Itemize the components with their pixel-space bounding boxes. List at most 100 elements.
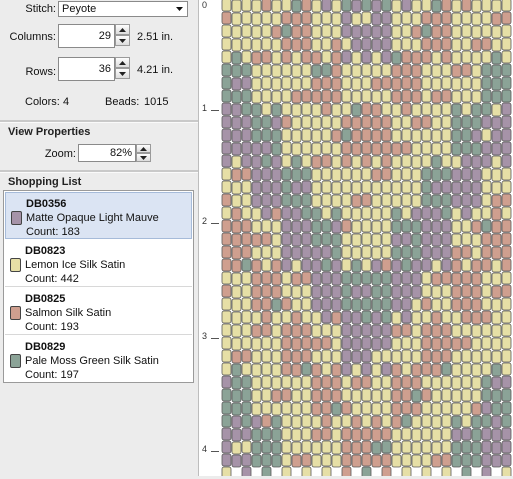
- bead[interactable]: [361, 232, 372, 246]
- bead[interactable]: [301, 440, 312, 454]
- bead[interactable]: [241, 427, 252, 441]
- bead[interactable]: [401, 206, 412, 220]
- bead[interactable]: [361, 466, 372, 479]
- bead[interactable]: [251, 298, 262, 312]
- bead[interactable]: [281, 453, 292, 467]
- bead[interactable]: [251, 220, 262, 234]
- bead[interactable]: [291, 116, 302, 130]
- bead[interactable]: [401, 167, 412, 181]
- stitch-select[interactable]: Peyote: [58, 1, 188, 17]
- bead[interactable]: [221, 141, 232, 155]
- bead[interactable]: [501, 401, 512, 415]
- bead[interactable]: [501, 154, 512, 168]
- bead[interactable]: [501, 76, 512, 90]
- bead[interactable]: [311, 363, 322, 377]
- bead[interactable]: [221, 375, 232, 389]
- bead[interactable]: [241, 193, 252, 207]
- bead[interactable]: [381, 219, 392, 233]
- bead[interactable]: [301, 63, 312, 77]
- bead[interactable]: [221, 271, 232, 285]
- bead[interactable]: [381, 362, 392, 376]
- bead[interactable]: [281, 258, 292, 272]
- bead[interactable]: [431, 350, 442, 364]
- bead[interactable]: [321, 102, 332, 116]
- bead[interactable]: [311, 51, 322, 65]
- bead[interactable]: [291, 441, 302, 455]
- bead[interactable]: [331, 103, 342, 117]
- bead[interactable]: [391, 116, 402, 130]
- bead[interactable]: [481, 0, 492, 12]
- bead[interactable]: [391, 142, 402, 156]
- bead[interactable]: [501, 245, 512, 259]
- bead[interactable]: [371, 233, 382, 247]
- bead[interactable]: [391, 155, 402, 169]
- bead[interactable]: [231, 181, 242, 195]
- bead[interactable]: [471, 90, 482, 104]
- bead[interactable]: [291, 337, 302, 351]
- bead[interactable]: [421, 323, 432, 337]
- bead[interactable]: [401, 37, 412, 51]
- bead[interactable]: [451, 415, 462, 429]
- bead[interactable]: [481, 128, 492, 142]
- bead[interactable]: [231, 103, 242, 117]
- bead[interactable]: [381, 336, 392, 350]
- bead[interactable]: [501, 63, 512, 77]
- bead[interactable]: [461, 232, 472, 246]
- bead[interactable]: [461, 11, 472, 25]
- bead[interactable]: [351, 350, 362, 364]
- bead[interactable]: [261, 0, 272, 12]
- bead[interactable]: [321, 323, 332, 337]
- bead[interactable]: [421, 37, 432, 51]
- bead[interactable]: [451, 64, 462, 78]
- bead[interactable]: [481, 193, 492, 207]
- bead[interactable]: [231, 454, 242, 468]
- bead[interactable]: [391, 207, 402, 221]
- bead[interactable]: [401, 271, 412, 285]
- bead[interactable]: [221, 50, 232, 64]
- bead[interactable]: [391, 337, 402, 351]
- bead[interactable]: [321, 167, 332, 181]
- bead[interactable]: [431, 90, 442, 104]
- bead[interactable]: [341, 76, 352, 90]
- bead[interactable]: [451, 220, 462, 234]
- bead[interactable]: [481, 63, 492, 77]
- bead[interactable]: [461, 388, 472, 402]
- bead[interactable]: [451, 168, 462, 182]
- bead[interactable]: [491, 285, 502, 299]
- bead[interactable]: [471, 233, 482, 247]
- bead[interactable]: [301, 154, 312, 168]
- bead[interactable]: [411, 64, 422, 78]
- bead[interactable]: [501, 362, 512, 376]
- bead[interactable]: [411, 194, 422, 208]
- bead[interactable]: [301, 401, 312, 415]
- bead[interactable]: [321, 401, 332, 415]
- bead[interactable]: [311, 337, 322, 351]
- bead[interactable]: [281, 50, 292, 64]
- bead[interactable]: [221, 310, 232, 324]
- bead[interactable]: [441, 0, 452, 12]
- bead[interactable]: [331, 116, 342, 130]
- bead[interactable]: [241, 0, 252, 12]
- bead[interactable]: [371, 415, 382, 429]
- bead[interactable]: [291, 129, 302, 143]
- bead[interactable]: [301, 180, 312, 194]
- bead[interactable]: [271, 155, 282, 169]
- bead[interactable]: [241, 50, 252, 64]
- bead[interactable]: [311, 402, 322, 416]
- bead[interactable]: [411, 311, 422, 325]
- bead[interactable]: [241, 219, 252, 233]
- bead[interactable]: [451, 142, 462, 156]
- bead[interactable]: [261, 89, 272, 103]
- bead[interactable]: [501, 336, 512, 350]
- bead[interactable]: [361, 336, 372, 350]
- bead[interactable]: [261, 401, 272, 415]
- bead[interactable]: [301, 89, 312, 103]
- bead[interactable]: [331, 12, 342, 26]
- bead[interactable]: [281, 323, 292, 337]
- bead[interactable]: [331, 389, 342, 403]
- bead[interactable]: [271, 90, 282, 104]
- bead[interactable]: [281, 193, 292, 207]
- bead[interactable]: [321, 128, 332, 142]
- bead[interactable]: [281, 102, 292, 116]
- bead[interactable]: [371, 350, 382, 364]
